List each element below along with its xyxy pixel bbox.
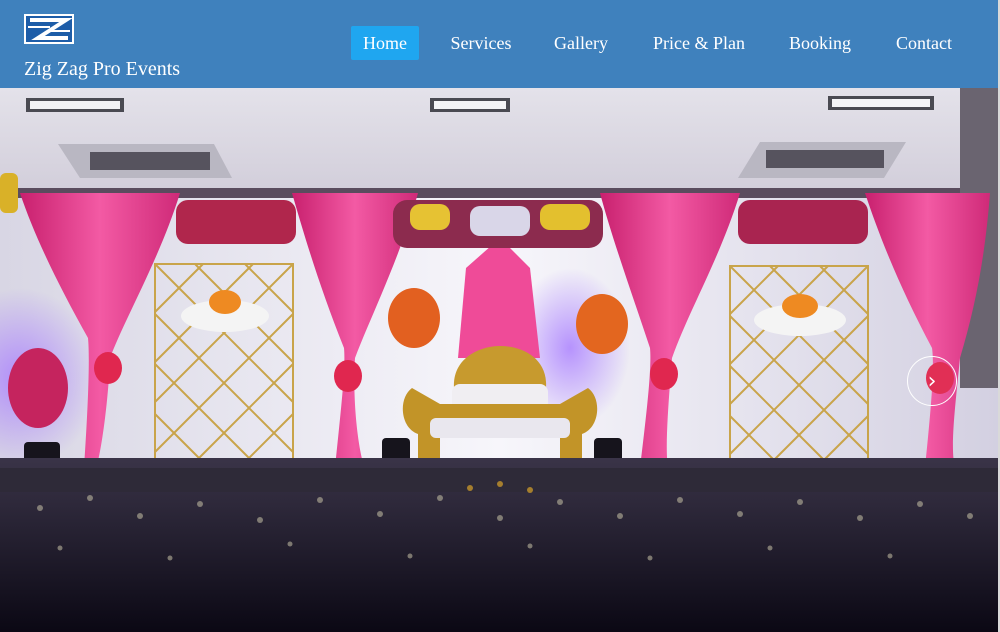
nav-item-price-plan[interactable]: Price & Plan — [647, 26, 751, 60]
zigzag-logo-icon[interactable] — [24, 14, 74, 44]
nav-item-home[interactable]: Home — [351, 26, 419, 60]
brand-name[interactable]: Zig Zag Pro Events — [24, 58, 180, 81]
nav-item-gallery[interactable]: Gallery — [546, 26, 616, 60]
top-navbar: Zig Zag Pro Events Home Services Gallery… — [0, 0, 998, 88]
nav-item-contact[interactable]: Contact — [888, 26, 960, 60]
hero-carousel: › — [0, 88, 998, 632]
wedding-stage-decoration-photo — [0, 88, 998, 632]
chevron-right-icon: › — [927, 368, 937, 394]
nav-item-services[interactable]: Services — [440, 26, 522, 60]
nav-item-booking[interactable]: Booking — [782, 26, 858, 60]
carousel-next-button[interactable]: › — [907, 356, 957, 406]
